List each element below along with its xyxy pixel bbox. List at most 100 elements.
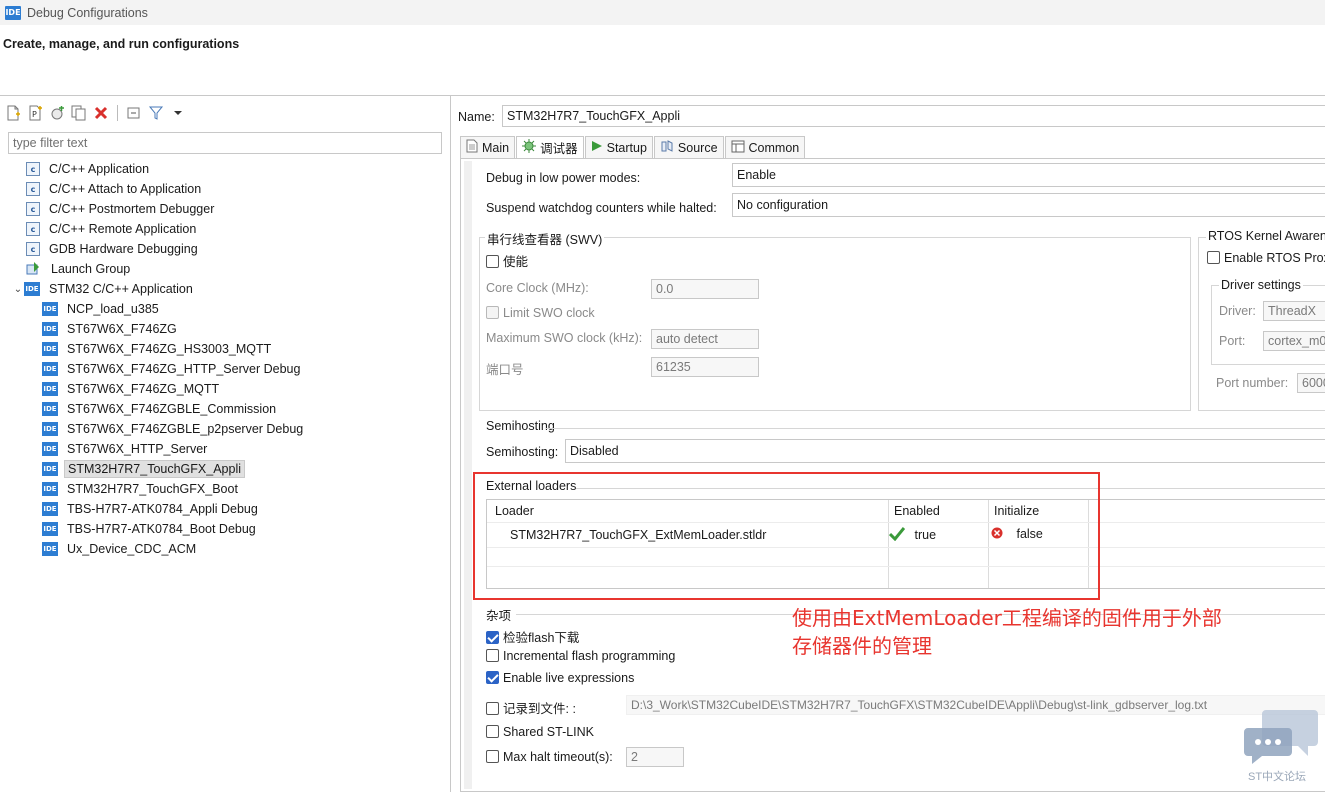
tree-item[interactable]: IDE ST67W6X_F746ZGBLE_p2pserver Debug bbox=[10, 419, 440, 439]
watermark-text: ST中文论坛 bbox=[1248, 771, 1307, 783]
port-number-label: Port number: bbox=[1216, 376, 1289, 390]
tree-item[interactable]: IDE STM32H7R7_TouchGFX_Boot bbox=[10, 479, 440, 499]
misc-title: 杂项 bbox=[486, 609, 512, 623]
new-config-icon[interactable] bbox=[4, 104, 22, 122]
ide-icon: IDE bbox=[42, 442, 58, 456]
live-expressions-checkbox[interactable]: Enable live expressions bbox=[486, 671, 634, 685]
ide-icon: IDE bbox=[42, 422, 58, 436]
checkbox-icon bbox=[486, 750, 499, 763]
chat-bubble-icon bbox=[1244, 710, 1320, 769]
core-clock-input[interactable]: 0.0 bbox=[651, 279, 759, 299]
rtos-title: RTOS Kernel Awaren bbox=[1206, 229, 1325, 243]
annotation-highlight-box bbox=[473, 472, 1100, 600]
tree-item[interactable]: IDE ST67W6X_F746ZG bbox=[10, 319, 440, 339]
duplicate-icon[interactable] bbox=[70, 104, 88, 122]
checkbox-icon bbox=[486, 702, 499, 715]
swv-port-input[interactable]: 61235 bbox=[651, 357, 759, 377]
c-app-icon: c bbox=[26, 182, 40, 196]
annotation-line-1: 使用由ExtMemLoader工程编译的固件用于外部 bbox=[792, 606, 1222, 630]
filter-input[interactable]: type filter text bbox=[8, 132, 442, 154]
forum-watermark: ST中文论坛 bbox=[1244, 706, 1322, 790]
c-app-icon: c bbox=[26, 242, 40, 256]
tab-common[interactable]: Common bbox=[724, 136, 806, 158]
tree-item[interactable]: IDE TBS-H7R7-ATK0784_Appli Debug bbox=[10, 499, 440, 519]
core-clock-label: Core Clock (MHz): bbox=[486, 281, 589, 295]
svg-text:P: P bbox=[32, 110, 37, 119]
tree-item[interactable]: IDE Ux_Device_CDC_ACM bbox=[10, 539, 440, 559]
filter-icon[interactable] bbox=[147, 104, 165, 122]
swv-enable-checkbox[interactable]: 使能 bbox=[486, 251, 528, 270]
tree-item[interactable]: c GDB Hardware Debugging bbox=[10, 239, 440, 259]
tree-item[interactable]: IDE ST67W6X_HTTP_Server bbox=[10, 439, 440, 459]
chevron-down-icon[interactable]: ⌄ bbox=[12, 284, 24, 295]
tab-source[interactable]: Source bbox=[653, 136, 724, 158]
ide-icon: IDE bbox=[42, 402, 58, 416]
checkbox-icon bbox=[486, 255, 499, 268]
launch-group-icon bbox=[26, 261, 42, 278]
swv-title: 串行线查看器 (SWV) bbox=[485, 229, 605, 248]
tree-item[interactable]: IDE ST67W6X_F746ZG_HS3003_MQTT bbox=[10, 339, 440, 359]
config-editor-pane: Name: STM32H7R7_TouchGFX_Appli Main 调试器 … bbox=[452, 96, 1325, 792]
ide-icon: IDE bbox=[42, 522, 58, 536]
watchdog-select[interactable]: No configuration bbox=[732, 193, 1325, 217]
export-icon[interactable] bbox=[48, 104, 66, 122]
rtos-enable-checkbox[interactable]: Enable RTOS Prox bbox=[1207, 251, 1325, 265]
watchdog-label: Suspend watchdog counters while halted: bbox=[486, 201, 717, 215]
driver-select[interactable]: ThreadX bbox=[1263, 301, 1325, 321]
new-prototype-icon[interactable]: P bbox=[26, 104, 44, 122]
debugger-tab-icon bbox=[522, 139, 537, 156]
verify-flash-checkbox[interactable]: 检验flash下载 bbox=[486, 627, 579, 646]
ide-icon: IDE bbox=[42, 302, 58, 316]
rtos-port-select[interactable]: cortex_m0 bbox=[1263, 331, 1325, 351]
tab-main[interactable]: Main bbox=[460, 136, 516, 158]
shared-stlink-checkbox[interactable]: Shared ST-LINK bbox=[486, 725, 594, 739]
name-row: Name: STM32H7R7_TouchGFX_Appli bbox=[458, 105, 1325, 127]
log-to-file-checkbox[interactable]: 记录到文件: : bbox=[486, 698, 576, 717]
port-number-input[interactable]: 6000 bbox=[1297, 373, 1325, 393]
tree-item[interactable]: Launch Group bbox=[10, 259, 440, 279]
semihosting-select[interactable]: Disabled bbox=[565, 439, 1325, 463]
tree-item-stm32[interactable]: ⌄ IDE STM32 C/C++ Application bbox=[10, 279, 440, 299]
ide-icon: IDE bbox=[42, 482, 58, 496]
ide-icon: IDE bbox=[42, 342, 58, 356]
limit-swo-checkbox[interactable]: Limit SWO clock bbox=[486, 306, 595, 320]
checkbox-icon bbox=[486, 725, 499, 738]
max-halt-input[interactable]: 2 bbox=[626, 747, 684, 767]
tree-item[interactable]: c C/C++ Attach to Application bbox=[10, 179, 440, 199]
max-swo-input[interactable]: auto detect bbox=[651, 329, 759, 349]
log-path-input[interactable]: D:\3_Work\STM32CubeIDE\STM32H7R7_TouchGF… bbox=[626, 695, 1325, 715]
low-power-select[interactable]: Enable bbox=[732, 163, 1325, 187]
main-tab-icon bbox=[466, 139, 478, 156]
config-tree: c C/C++ Application c C/C++ Attach to Appl… bbox=[10, 159, 440, 559]
driver-label: Driver: bbox=[1219, 304, 1256, 318]
config-toolbar: P bbox=[4, 102, 187, 124]
source-tab-icon bbox=[660, 139, 674, 156]
window-title: Debug Configurations bbox=[27, 5, 148, 20]
name-input[interactable]: STM32H7R7_TouchGFX_Appli bbox=[502, 105, 1325, 127]
semihosting-title: Semihosting bbox=[486, 419, 555, 433]
tree-item-selected[interactable]: IDE STM32H7R7_TouchGFX_Appli bbox=[10, 459, 440, 479]
tree-item[interactable]: IDE NCP_load_u385 bbox=[10, 299, 440, 319]
incremental-checkbox[interactable]: Incremental flash programming bbox=[486, 649, 675, 663]
tree-item[interactable]: IDE ST67W6X_F746ZG_MQTT bbox=[10, 379, 440, 399]
collapse-all-icon[interactable] bbox=[125, 104, 143, 122]
c-app-icon: c bbox=[26, 202, 40, 216]
tree-item[interactable]: c C/C++ Postmortem Debugger bbox=[10, 199, 440, 219]
tree-item[interactable]: IDE ST67W6X_F746ZGBLE_Commission bbox=[10, 399, 440, 419]
toolbar-separator bbox=[117, 105, 118, 121]
vertical-scrollbar[interactable] bbox=[464, 161, 472, 789]
tab-startup[interactable]: Startup bbox=[584, 136, 653, 158]
tree-item[interactable]: c C/C++ Application bbox=[10, 159, 440, 179]
semihosting-label: Semihosting: bbox=[486, 445, 559, 459]
delete-icon[interactable] bbox=[92, 104, 110, 122]
menu-chevron-icon[interactable] bbox=[169, 104, 187, 122]
max-halt-checkbox[interactable]: Max halt timeout(s): bbox=[486, 750, 613, 764]
tree-item[interactable]: c C/C++ Remote Application bbox=[10, 219, 440, 239]
driver-settings-title: Driver settings bbox=[1219, 278, 1303, 292]
tab-debugger[interactable]: 调试器 bbox=[516, 136, 584, 158]
tree-item[interactable]: IDE TBS-H7R7-ATK0784_Boot Debug bbox=[10, 519, 440, 539]
tree-item[interactable]: IDE ST67W6X_F746ZG_HTTP_Server Debug bbox=[10, 359, 440, 379]
max-swo-label: Maximum SWO clock (kHz): bbox=[486, 331, 643, 345]
ide-icon: IDE bbox=[42, 542, 58, 556]
driver-settings-group bbox=[1211, 285, 1325, 365]
